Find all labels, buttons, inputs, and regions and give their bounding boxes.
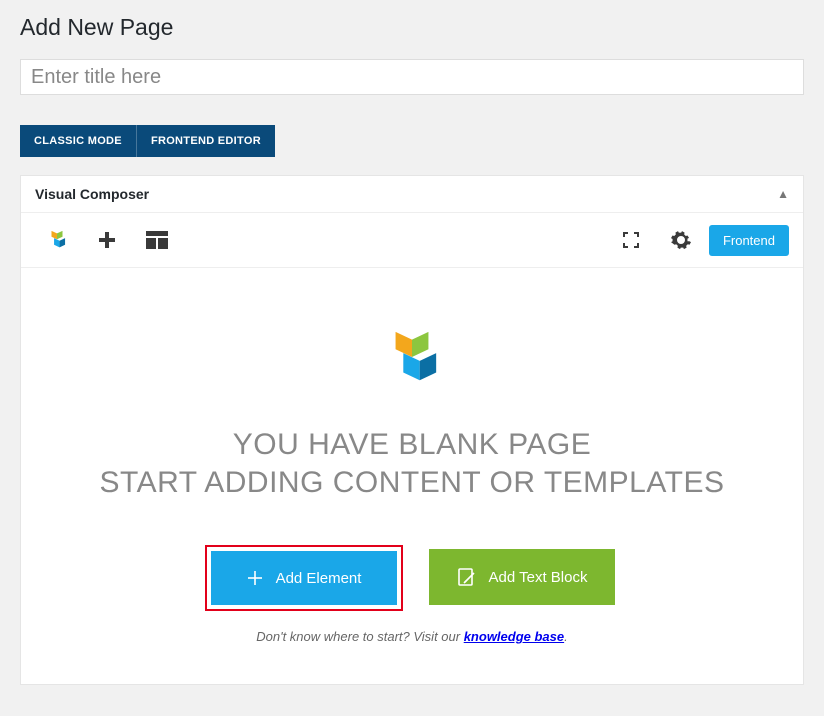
add-element-toolbar-button[interactable] [85, 221, 129, 259]
panel-header[interactable]: Visual Composer ▲ [21, 176, 803, 213]
blank-line1: YOU HAVE BLANK PAGE [51, 426, 773, 464]
frontend-editor-button[interactable]: FRONTEND EDITOR [136, 125, 275, 157]
blank-heading: YOU HAVE BLANK PAGE START ADDING CONTENT… [51, 426, 773, 501]
hint-text: Don't know where to start? Visit our kno… [51, 629, 773, 644]
hint-suffix: . [564, 629, 568, 644]
blank-line2: START ADDING CONTENT OR TEMPLATES [51, 464, 773, 502]
fullscreen-icon [622, 231, 640, 249]
mode-toggle: CLASSIC MODE FRONTEND EDITOR [20, 125, 804, 157]
canvas-area: YOU HAVE BLANK PAGE START ADDING CONTENT… [21, 268, 803, 684]
page-title: Add New Page [20, 14, 804, 41]
knowledge-base-link[interactable]: knowledge base [464, 629, 564, 644]
plus-icon [97, 230, 117, 250]
panel-title: Visual Composer [35, 186, 149, 202]
classic-mode-button[interactable]: CLASSIC MODE [20, 125, 136, 157]
visual-composer-panel: Visual Composer ▲ [20, 175, 804, 685]
gear-icon [671, 230, 691, 250]
add-element-label: Add Element [276, 570, 362, 587]
toolbar: Frontend [21, 213, 803, 268]
layout-icon [146, 231, 168, 249]
vc-big-logo [51, 328, 773, 386]
add-text-block-wrap: Add Text Block [425, 545, 620, 611]
add-element-button[interactable]: Add Element [211, 551, 397, 605]
templates-button[interactable] [135, 221, 179, 259]
vc-logo-button[interactable] [35, 221, 79, 259]
hint-prefix: Don't know where to start? Visit our [256, 629, 463, 644]
fullscreen-button[interactable] [609, 221, 653, 259]
edit-icon [457, 567, 477, 587]
plus-icon [246, 569, 264, 587]
vc-cube-icon [46, 229, 68, 251]
settings-button[interactable] [659, 221, 703, 259]
add-text-block-button[interactable]: Add Text Block [429, 549, 616, 605]
add-element-highlight: Add Element [205, 545, 403, 611]
vc-cube-icon [383, 328, 441, 386]
collapse-icon: ▲ [777, 187, 789, 201]
title-input[interactable] [20, 59, 804, 95]
frontend-button[interactable]: Frontend [709, 225, 789, 256]
cta-row: Add Element Add Text Block [51, 545, 773, 611]
add-text-block-label: Add Text Block [489, 569, 588, 586]
